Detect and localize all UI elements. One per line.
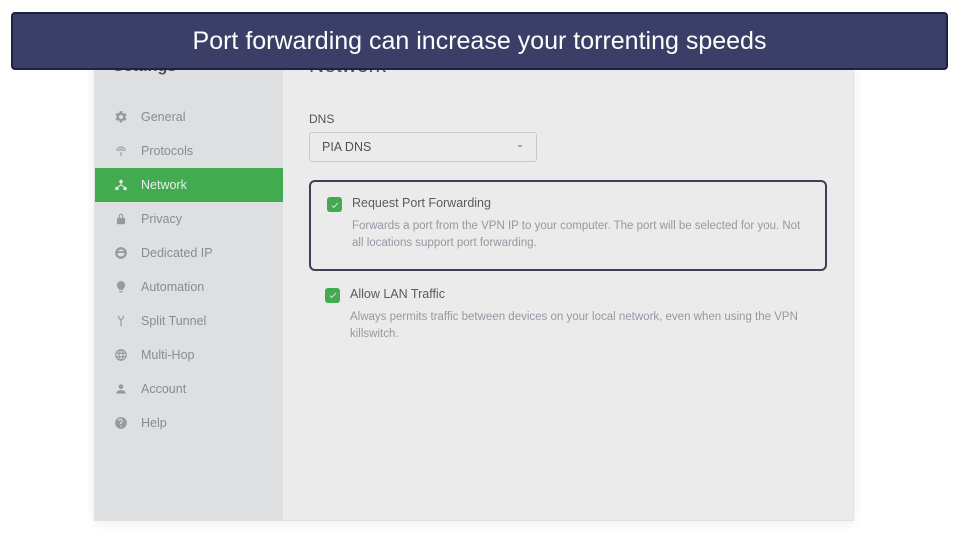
port-forwarding-desc: Forwards a port from the VPN IP to your … <box>327 218 809 253</box>
sidebar-item-split-tunnel[interactable]: Split Tunnel <box>95 304 283 338</box>
port-forwarding-card: Request Port Forwarding Forwards a port … <box>309 180 827 271</box>
caption-banner: Port forwarding can increase your torren… <box>11 12 948 70</box>
sidebar-item-label: Protocols <box>141 144 193 158</box>
automation-icon <box>113 279 129 295</box>
port-forwarding-checkbox[interactable] <box>327 197 342 212</box>
sidebar-item-label: Dedicated IP <box>141 246 213 260</box>
sidebar-item-protocols[interactable]: Protocols <box>95 134 283 168</box>
sidebar-item-label: Network <box>141 178 187 192</box>
sidebar-item-label: Privacy <box>141 212 182 226</box>
network-icon <box>113 177 129 193</box>
sidebar-item-label: Split Tunnel <box>141 314 206 328</box>
sidebar-item-dedicated-ip[interactable]: Dedicated IP <box>95 236 283 270</box>
dns-dropdown[interactable]: PIA DNS <box>309 132 537 162</box>
split-icon <box>113 313 129 329</box>
sidebar-item-account[interactable]: Account <box>95 372 283 406</box>
sidebar-item-label: Help <box>141 416 167 430</box>
sidebar-item-label: General <box>141 110 185 124</box>
sidebar-item-label: Automation <box>141 280 204 294</box>
sidebar-item-help[interactable]: Help <box>95 406 283 440</box>
lan-traffic-row: Allow LAN Traffic Always permits traffic… <box>309 285 827 344</box>
lan-traffic-title: Allow LAN Traffic <box>350 287 445 301</box>
user-icon <box>113 381 129 397</box>
content-panel: Network DNS PIA DNS Request Port Forward… <box>283 54 853 520</box>
sidebar-item-automation[interactable]: Automation <box>95 270 283 304</box>
port-forwarding-title: Request Port Forwarding <box>352 196 491 210</box>
settings-window: Settings General Protocols Network <box>94 53 854 521</box>
sidebar-item-privacy[interactable]: Privacy <box>95 202 283 236</box>
help-icon <box>113 415 129 431</box>
gear-icon <box>113 109 129 125</box>
caption-text: Port forwarding can increase your torren… <box>193 27 767 56</box>
sidebar-item-multi-hop[interactable]: Multi-Hop <box>95 338 283 372</box>
globe-icon <box>113 347 129 363</box>
lock-icon <box>113 211 129 227</box>
sidebar-item-label: Account <box>141 382 186 396</box>
sidebar-item-general[interactable]: General <box>95 100 283 134</box>
sidebar: Settings General Protocols Network <box>95 54 283 520</box>
lan-traffic-checkbox[interactable] <box>325 288 340 303</box>
lan-traffic-desc: Always permits traffic between devices o… <box>325 309 811 344</box>
chevron-down-icon <box>514 140 526 155</box>
sidebar-item-label: Multi-Hop <box>141 348 195 362</box>
signal-icon <box>113 143 129 159</box>
dns-label: DNS <box>309 112 827 126</box>
sidebar-nav: General Protocols Network Privacy <box>95 80 283 440</box>
dns-selected-value: PIA DNS <box>322 140 371 154</box>
dns-field: DNS PIA DNS <box>309 112 827 162</box>
sidebar-item-network[interactable]: Network <box>95 168 283 202</box>
ip-icon <box>113 245 129 261</box>
